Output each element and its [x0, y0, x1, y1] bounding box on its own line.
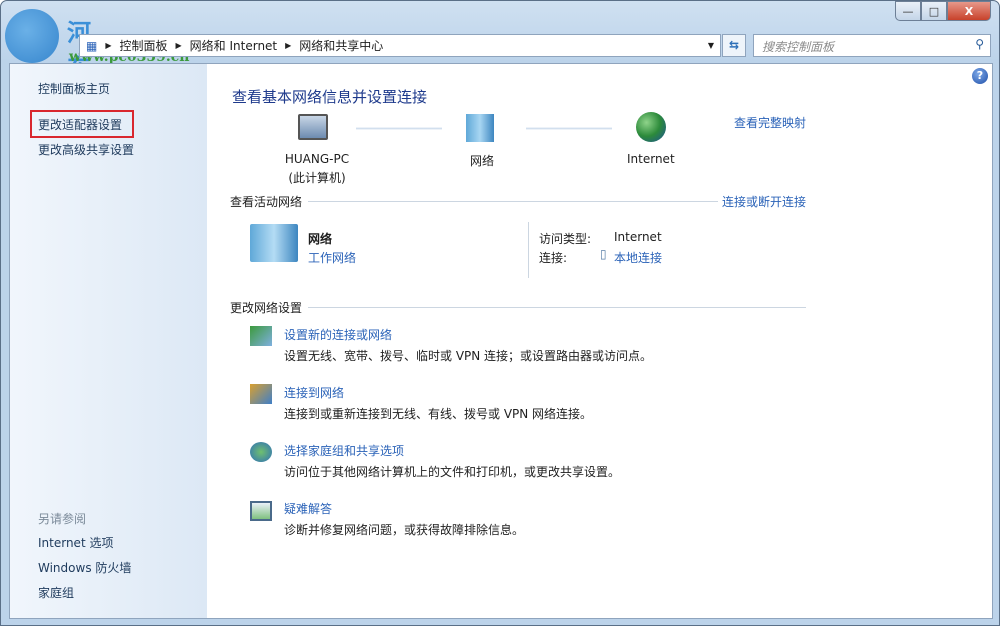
- change-settings-header: 更改网络设置: [230, 299, 302, 316]
- close-button[interactable]: X: [947, 1, 991, 21]
- window: 河东软件园www.pc0359.cn — □ X ▦ ▶ 控制面板 ▶ 网络和 …: [0, 0, 1000, 626]
- control-panel-icon: ▦: [86, 39, 97, 53]
- connection-label: 连接:: [539, 249, 567, 266]
- ethernet-icon: ▯: [600, 247, 607, 261]
- access-type-label: 访问类型:: [539, 230, 591, 247]
- chevron-right-icon[interactable]: ▶: [105, 41, 111, 50]
- access-type-value: Internet: [614, 230, 662, 244]
- task-link[interactable]: 设置新的连接或网络: [284, 326, 392, 343]
- sidebar-item-firewall[interactable]: Windows 防火墙: [38, 559, 131, 576]
- network-type-link[interactable]: 工作网络: [308, 249, 356, 266]
- homegroup-icon: [250, 442, 272, 462]
- maximize-button[interactable]: □: [921, 1, 947, 21]
- sidebar-item-internet-options[interactable]: Internet 选项: [38, 534, 113, 551]
- watermark-logo: 河东软件园www.pc0359.cn: [5, 9, 59, 63]
- task-desc: 诊断并修复网络问题，或获得故障排除信息。: [284, 521, 524, 538]
- active-network-name: 网络: [308, 230, 332, 247]
- chevron-right-icon[interactable]: ▶: [176, 41, 182, 50]
- search-icon[interactable]: ⚲: [975, 37, 984, 51]
- breadcrumb-item[interactable]: 网络和 Internet: [190, 37, 277, 54]
- connect-disconnect-link[interactable]: 连接或断开连接: [722, 193, 806, 210]
- chevron-down-icon[interactable]: ▼: [708, 41, 714, 50]
- chevron-right-icon[interactable]: ▶: [285, 41, 291, 50]
- minimize-button[interactable]: —: [895, 1, 921, 21]
- task-desc: 访问位于其他网络计算机上的文件和打印机，或更改共享设置。: [284, 463, 620, 480]
- address-bar[interactable]: ▦ ▶ 控制面板 ▶ 网络和 Internet ▶ 网络和共享中心 ▼: [79, 34, 721, 57]
- breadcrumb-item[interactable]: 控制面板: [120, 37, 168, 54]
- connect-network-icon: [250, 384, 272, 404]
- task-link[interactable]: 选择家庭组和共享选项: [284, 442, 404, 459]
- computer-sub: (此计算机): [282, 169, 352, 186]
- breadcrumb-item[interactable]: 网络和共享中心: [299, 37, 383, 54]
- task-link[interactable]: 连接到网络: [284, 384, 344, 401]
- internet-label: Internet: [627, 152, 675, 166]
- computer-icon: [298, 114, 328, 140]
- refresh-button[interactable]: ⇆: [722, 34, 746, 57]
- sidebar: 控制面板主页 更改适配器设置 更改高级共享设置 另请参阅 Internet 选项…: [10, 64, 207, 618]
- sidebar-item-advanced-sharing[interactable]: 更改高级共享设置: [38, 141, 134, 158]
- see-also-label: 另请参阅: [38, 510, 86, 527]
- network-label: 网络: [470, 152, 494, 169]
- task-desc: 设置无线、宽带、拨号、临时或 VPN 连接；或设置路由器或访问点。: [284, 347, 652, 364]
- network-icon: [466, 114, 494, 142]
- new-connection-icon: [250, 326, 272, 346]
- page-title: 查看基本网络信息并设置连接: [232, 86, 427, 107]
- sidebar-item-home[interactable]: 控制面板主页: [38, 80, 110, 97]
- computer-name: HUANG-PC: [282, 152, 352, 166]
- local-connection-link[interactable]: 本地连接: [614, 249, 662, 266]
- internet-globe-icon: [636, 112, 666, 142]
- network-building-icon: [250, 224, 298, 262]
- active-networks-header: 查看活动网络: [230, 193, 302, 210]
- sidebar-item-adapter-settings[interactable]: 更改适配器设置: [38, 116, 122, 133]
- troubleshoot-icon: [250, 501, 272, 521]
- search-input[interactable]: 搜索控制面板⚲: [753, 34, 991, 57]
- view-full-map-link[interactable]: 查看完整映射: [734, 114, 806, 131]
- task-desc: 连接到或重新连接到无线、有线、拨号或 VPN 网络连接。: [284, 405, 592, 422]
- sidebar-item-homegroup[interactable]: 家庭组: [38, 584, 74, 601]
- task-link[interactable]: 疑难解答: [284, 500, 332, 517]
